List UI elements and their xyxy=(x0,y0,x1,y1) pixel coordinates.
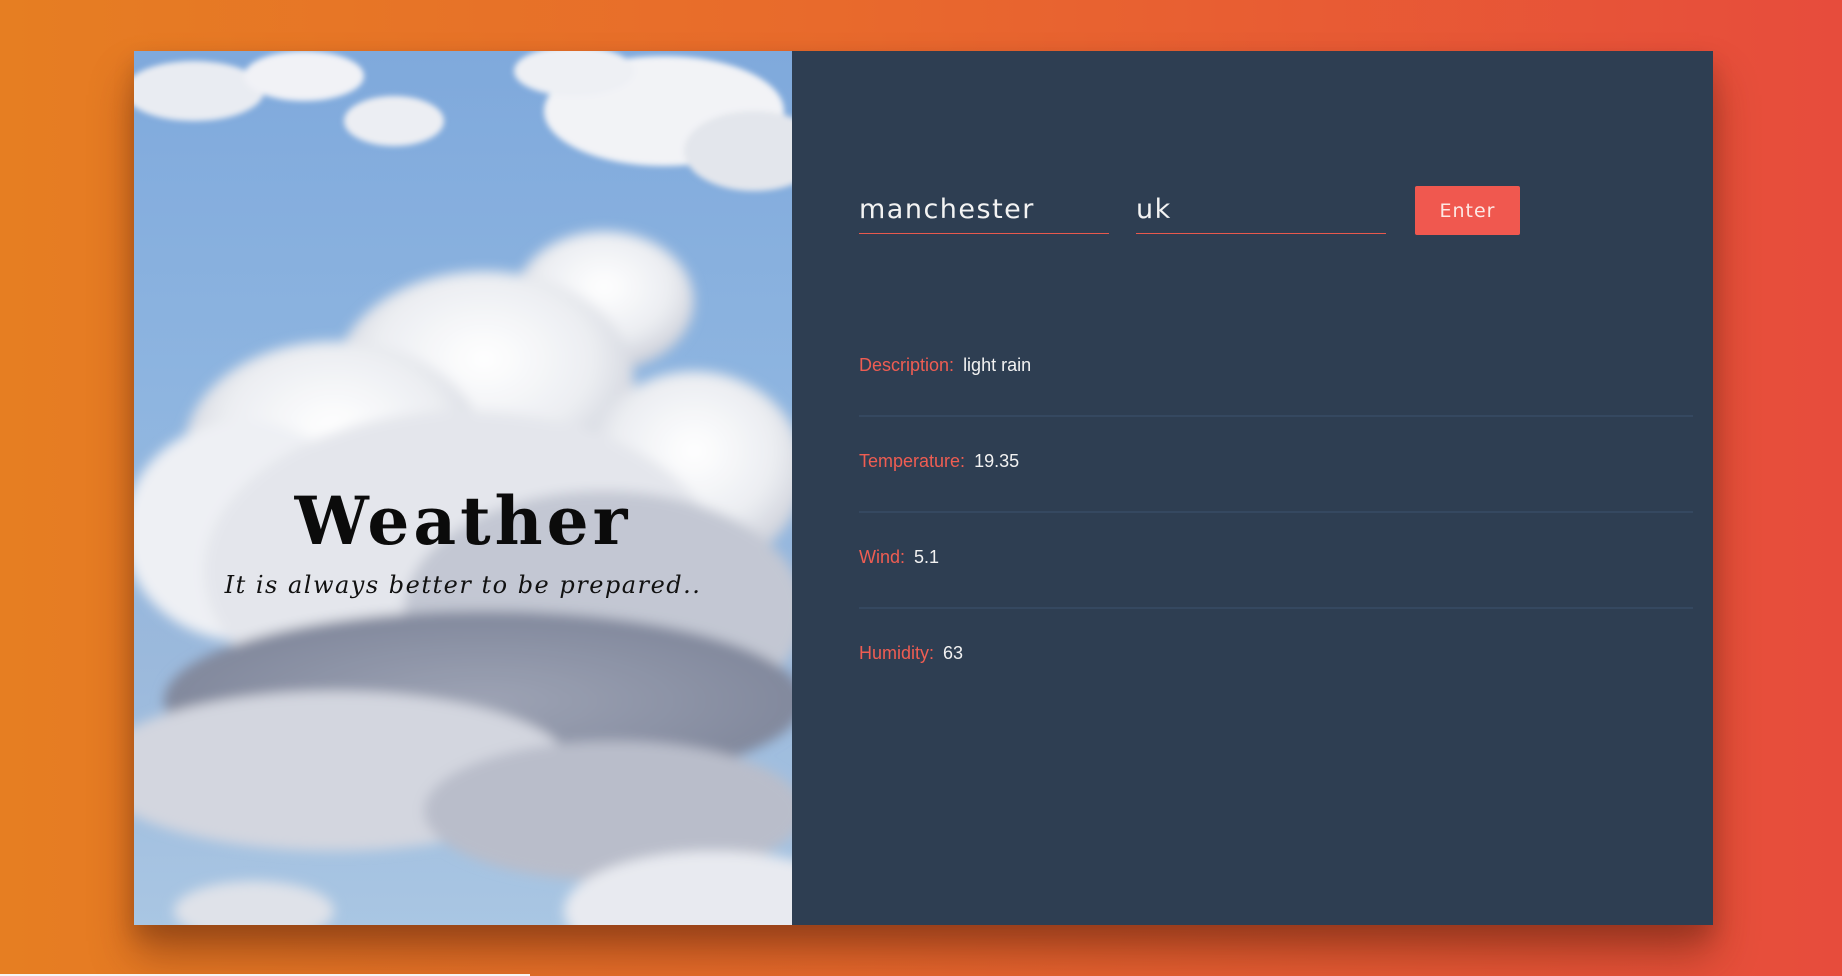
result-row-temperature: Temperature: 19.35 xyxy=(859,417,1693,513)
result-row-wind: Wind: 5.1 xyxy=(859,513,1693,609)
weather-panel: Enter Description: light rain Temperatur… xyxy=(792,51,1713,925)
enter-button[interactable]: Enter xyxy=(1415,186,1520,235)
country-input[interactable] xyxy=(1136,186,1386,234)
result-row-description: Description: light rain xyxy=(859,321,1693,417)
city-input[interactable] xyxy=(859,186,1109,234)
page-title: Weather xyxy=(294,482,632,560)
hero-cloud-image: Weather It is always better to be prepar… xyxy=(134,51,792,925)
wind-label: Wind: xyxy=(859,547,906,567)
wind-value: 5.1 xyxy=(914,547,940,567)
weather-results: Description: light rain Temperature: 19.… xyxy=(859,321,1693,705)
search-form: Enter xyxy=(859,186,1520,235)
description-label: Description: xyxy=(859,355,955,375)
hero-text: Weather It is always better to be prepar… xyxy=(134,481,792,599)
description-value: light rain xyxy=(963,355,1032,375)
humidity-label: Humidity: xyxy=(859,643,935,663)
humidity-value: 63 xyxy=(943,643,964,663)
weather-card: Weather It is always better to be prepar… xyxy=(134,51,1713,925)
temperature-value: 19.35 xyxy=(974,451,1020,471)
result-row-humidity: Humidity: 63 xyxy=(859,609,1693,705)
temperature-label: Temperature: xyxy=(859,451,966,471)
page-subtitle: It is always better to be prepared.. xyxy=(224,571,702,599)
